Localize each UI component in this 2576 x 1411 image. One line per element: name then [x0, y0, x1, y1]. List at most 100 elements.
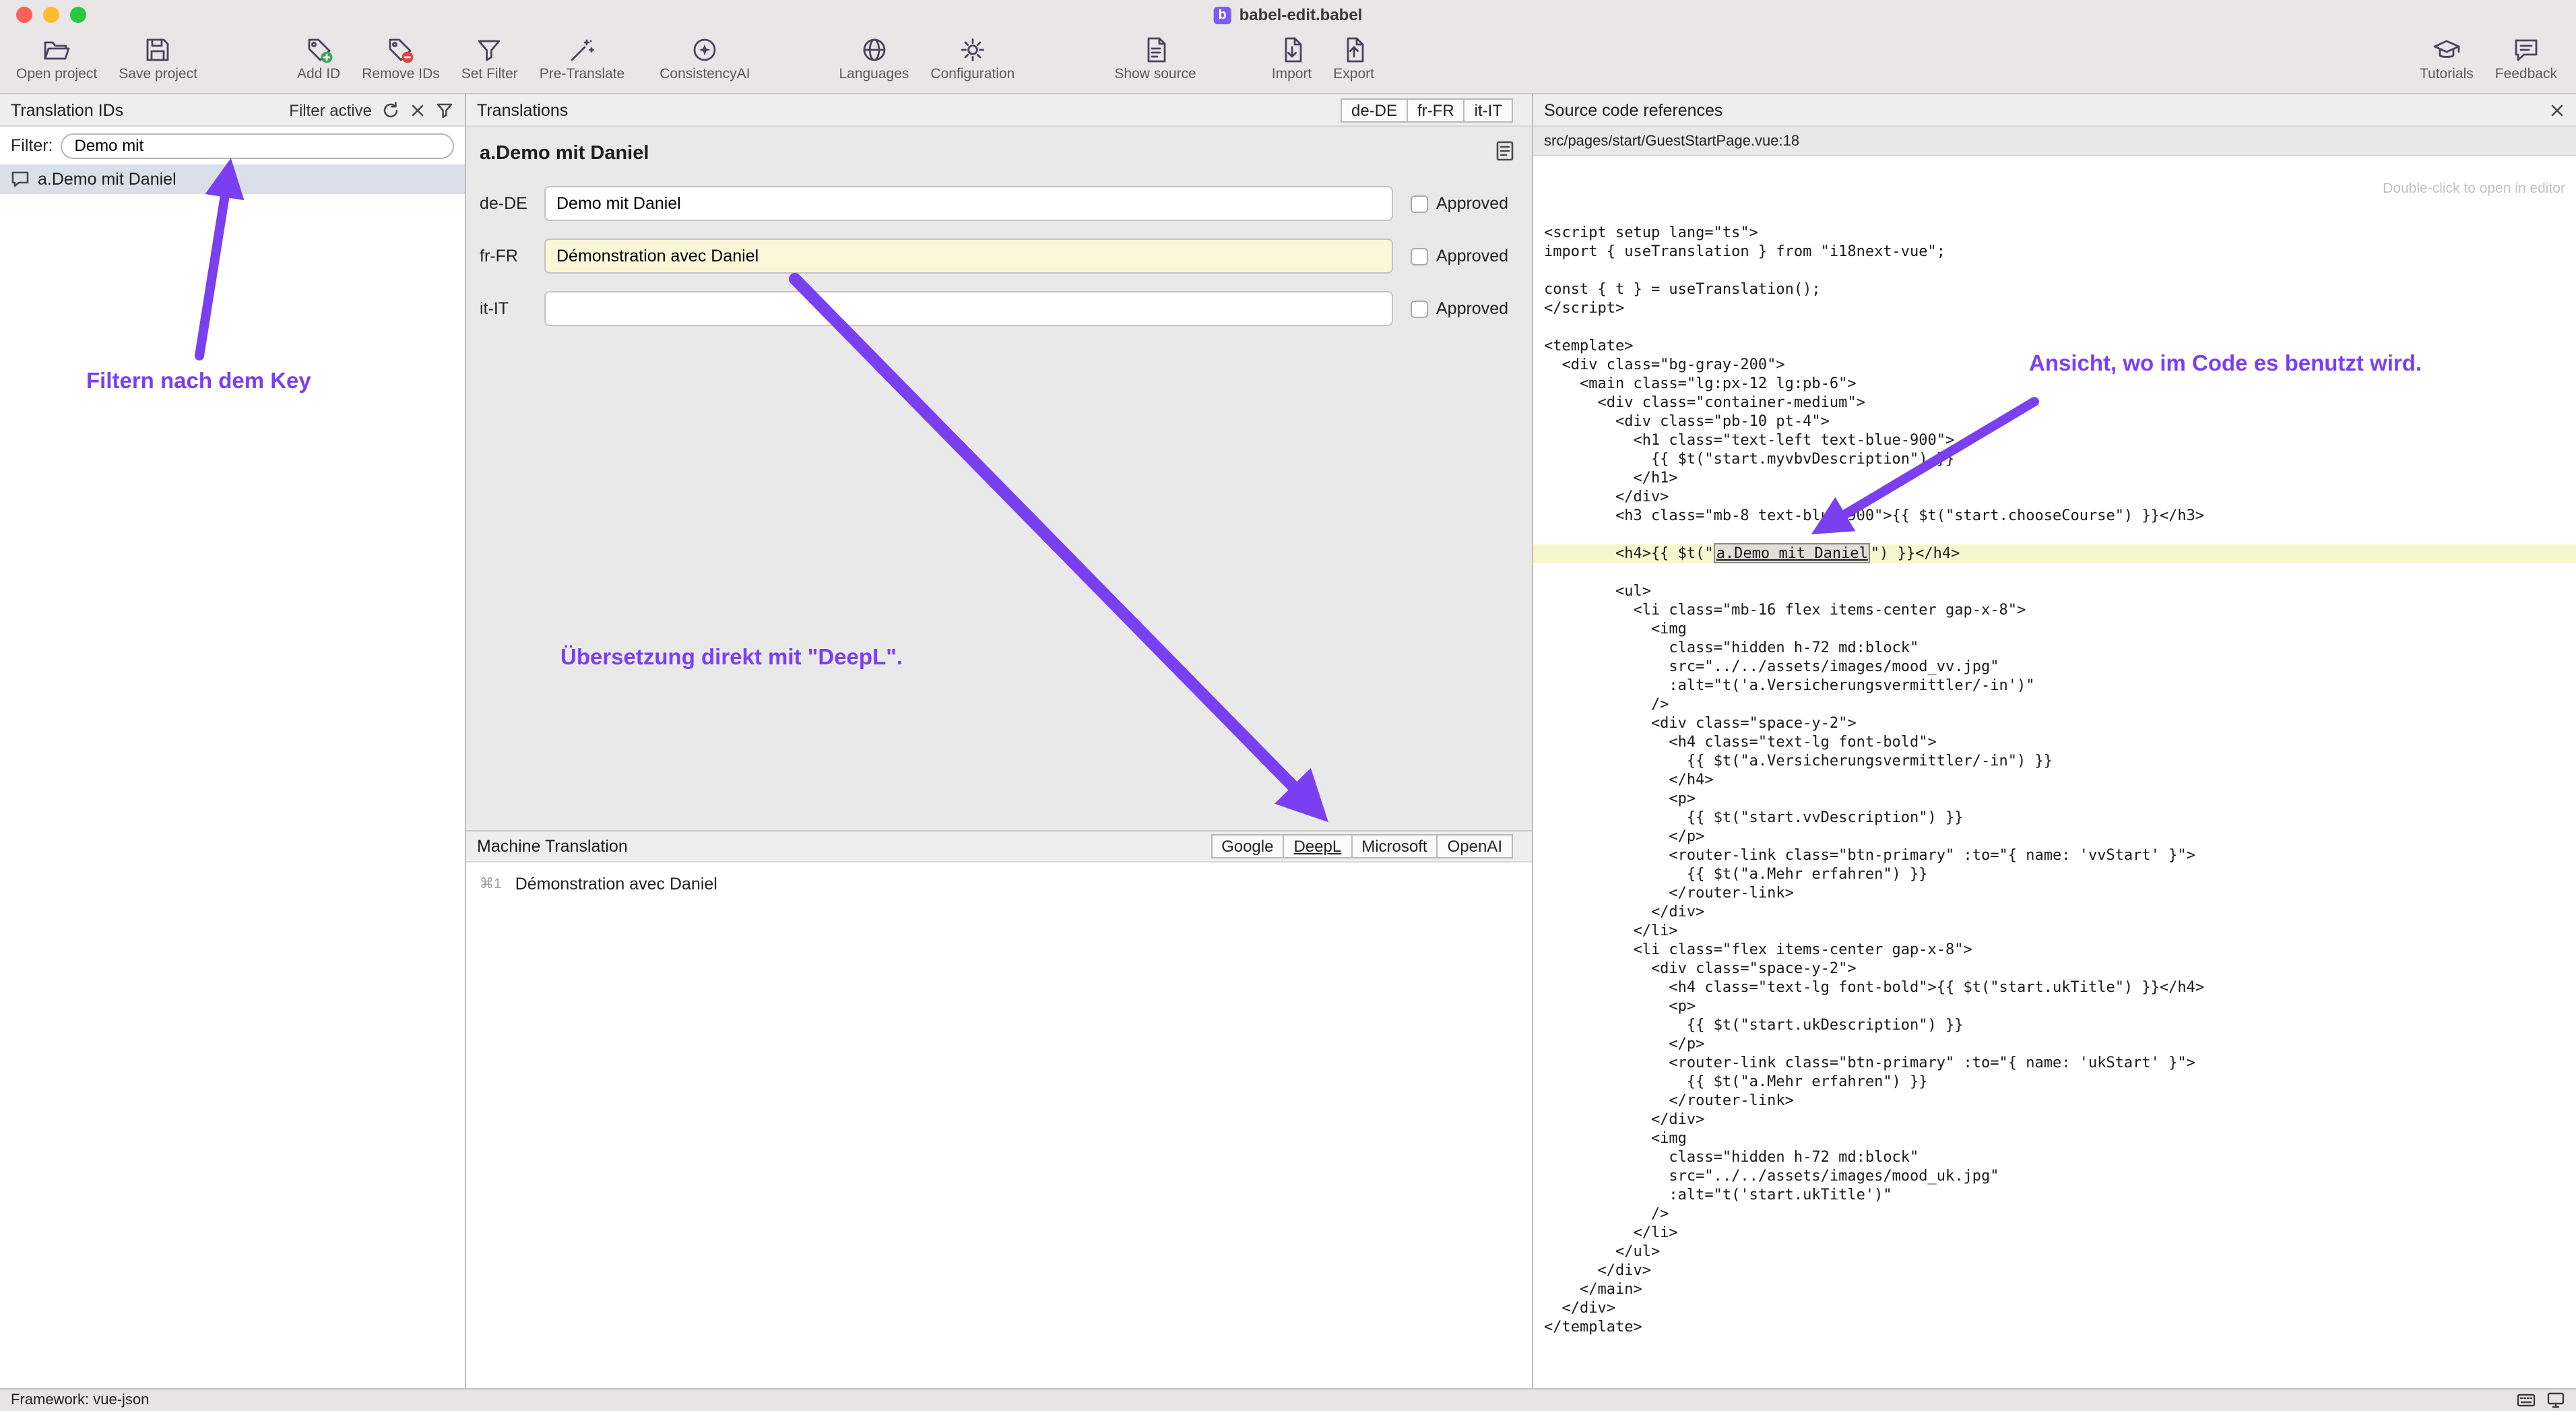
- window-title: babel-edit.babel: [1239, 5, 1363, 24]
- code-line: />: [1533, 695, 2576, 714]
- keyboard-icon[interactable]: [2517, 1391, 2536, 1410]
- toolbar-label: Export: [1333, 66, 1374, 82]
- babeledit-window: b babel-edit.babel Open project Save pro…: [0, 0, 2576, 1411]
- toolbar-show-source-button[interactable]: Show source: [1103, 35, 1206, 82]
- toolbar-export-button[interactable]: Export: [1322, 35, 1385, 82]
- machine-translation-result-row[interactable]: ⌘1 Démonstration avec Daniel: [480, 875, 1518, 893]
- minimize-window-button[interactable]: [43, 7, 59, 23]
- toolbar: Open project Save project Add ID Remove …: [0, 30, 2576, 94]
- approved-checkbox-de-DE[interactable]: [1411, 195, 1428, 212]
- feedback-bubble-icon: [2511, 35, 2541, 65]
- toolbar-label: Set Filter: [461, 66, 518, 82]
- toolbar-save-project-button[interactable]: Save project: [108, 35, 208, 82]
- code-line: <p>: [1533, 997, 2576, 1016]
- export-icon: [1339, 35, 1369, 65]
- code-line: <script setup lang="ts">: [1533, 224, 2576, 243]
- lang-tab-fr-FR[interactable]: fr-FR: [1407, 98, 1465, 122]
- toolbar-set-filter-button[interactable]: Set Filter: [451, 35, 529, 82]
- code-line: </div>: [1533, 903, 2576, 922]
- toolbar-add-id-button[interactable]: Add ID: [286, 35, 351, 82]
- code-line: <div class="pb-10 pt-4">: [1533, 412, 2576, 431]
- toolbar-label: Languages: [839, 66, 909, 82]
- code-line: {{ $t("a.Versicherungsvermittler/-in") }…: [1533, 752, 2576, 771]
- toolbar-label: Import: [1272, 66, 1312, 82]
- highlighted-translation-key[interactable]: a.Demo mit Daniel: [1714, 543, 1871, 563]
- machine-translation-result: Démonstration avec Daniel: [515, 875, 717, 893]
- add-tag-icon: [304, 35, 333, 65]
- filter-funnel-icon: [475, 35, 505, 65]
- close-panel-icon[interactable]: [2549, 102, 2565, 118]
- refresh-icon[interactable]: [381, 100, 400, 119]
- toolbar-pre-translate-button[interactable]: Pre-Translate: [529, 35, 635, 82]
- entry-title: a.Demo mit Daniel: [480, 143, 1518, 164]
- gear-icon: [958, 35, 988, 65]
- lang-tab-it-IT[interactable]: it-IT: [1464, 98, 1513, 122]
- code-line: {{ $t("a.Mehr erfahren") }}: [1533, 1073, 2576, 1092]
- code-line: class="hidden h-72 md:block": [1533, 639, 2576, 658]
- lang-tab-de-DE[interactable]: de-DE: [1341, 98, 1408, 122]
- zoom-window-button[interactable]: [70, 7, 86, 23]
- approved-checkbox-it-IT[interactable]: [1411, 300, 1428, 317]
- translation-row-fr-FR: fr-FR Approved: [480, 239, 1518, 274]
- provider-tab-openai[interactable]: OpenAI: [1437, 834, 1513, 858]
- source-references-header: Source code references: [1533, 94, 2576, 127]
- provider-tab-deepl[interactable]: DeepL: [1283, 834, 1352, 858]
- note-icon[interactable]: [1494, 140, 1516, 162]
- toolbar-label: Pre-Translate: [540, 66, 624, 82]
- toolbar-open-project-button[interactable]: Open project: [5, 35, 108, 82]
- translation-row-it-IT: it-IT Approved: [480, 291, 1518, 326]
- translation-row-de-DE: de-DE Approved: [480, 186, 1518, 221]
- code-area[interactable]: Double-click to open in editor <script s…: [1533, 156, 2576, 1388]
- code-line: <div class="space-y-2">: [1533, 960, 2576, 978]
- toolbar-label: Remove IDs: [362, 66, 440, 82]
- filter-label: Filter:: [11, 136, 53, 155]
- provider-tab-google[interactable]: Google: [1211, 834, 1284, 858]
- code-line: </div>: [1533, 1110, 2576, 1129]
- code-line: <img: [1533, 620, 2576, 639]
- filter-input[interactable]: [61, 133, 455, 158]
- code-line: <li class="flex items-center gap-x-8">: [1533, 941, 2576, 960]
- toolbar-label: Show source: [1114, 66, 1196, 82]
- translation-ids-header: Translation IDs Filter active: [0, 94, 465, 127]
- toolbar-label: Configuration: [930, 66, 1015, 82]
- translation-input-it-IT[interactable]: [544, 291, 1393, 326]
- status-bar: Framework: vue-json: [0, 1388, 2576, 1411]
- approved-checkbox-fr-FR[interactable]: [1411, 247, 1428, 265]
- code-line: [1533, 318, 2576, 337]
- ai-sparkle-icon: [690, 35, 719, 65]
- filter-icon[interactable]: [435, 100, 454, 119]
- toolbar-feedback-button[interactable]: Feedback: [2484, 35, 2568, 82]
- close-window-button[interactable]: [16, 7, 32, 23]
- window-title-wrap: b babel-edit.babel: [1214, 5, 1363, 24]
- code-line: {{ $t("start.vvDescription") }}: [1533, 809, 2576, 827]
- monitor-icon[interactable]: [2546, 1391, 2565, 1410]
- approved-label: Approved: [1436, 299, 1508, 318]
- clear-filter-icon[interactable]: [410, 102, 426, 118]
- code-line: </div>: [1533, 488, 2576, 507]
- toolbar-label: Tutorials: [2420, 66, 2474, 82]
- source-file-bar[interactable]: src/pages/start/GuestStartPage.vue:18: [1533, 127, 2576, 156]
- translation-input-de-DE[interactable]: [544, 186, 1393, 221]
- toolbar-tutorials-button[interactable]: Tutorials: [2409, 35, 2484, 82]
- code-line: :alt="t('a.Versicherungsvermittler/-in')…: [1533, 677, 2576, 695]
- code-line: />: [1533, 1205, 2576, 1224]
- translation-id-item[interactable]: a.Demo mit Daniel: [0, 164, 465, 194]
- toolbar-languages-button[interactable]: Languages: [828, 35, 920, 82]
- provider-tabs: Google DeepL Microsoft OpenAI: [1212, 834, 1513, 858]
- provider-tab-microsoft[interactable]: Microsoft: [1351, 834, 1438, 858]
- toolbar-label: Save project: [119, 66, 197, 82]
- code-line: </li>: [1533, 922, 2576, 941]
- approved-label: Approved: [1436, 247, 1508, 265]
- traffic-lights: [16, 7, 86, 23]
- translation-input-fr-FR[interactable]: [544, 239, 1393, 274]
- code-line: :alt="t('start.ukTitle')": [1533, 1186, 2576, 1205]
- toolbar-consistency-ai-button[interactable]: ConsistencyAI: [649, 35, 761, 82]
- toolbar-remove-ids-button[interactable]: Remove IDs: [351, 35, 451, 82]
- panel-title: Translations: [477, 100, 568, 119]
- machine-translation-header: Machine Translation Google DeepL Microso…: [466, 830, 1532, 863]
- editor-hint: Double-click to open in editor: [1533, 156, 2576, 202]
- toolbar-configuration-button[interactable]: Configuration: [920, 35, 1025, 82]
- translation-ids-panel: Translation IDs Filter active Filter:: [0, 94, 466, 1388]
- toolbar-import-button[interactable]: Import: [1261, 35, 1323, 82]
- approved-label: Approved: [1436, 194, 1508, 213]
